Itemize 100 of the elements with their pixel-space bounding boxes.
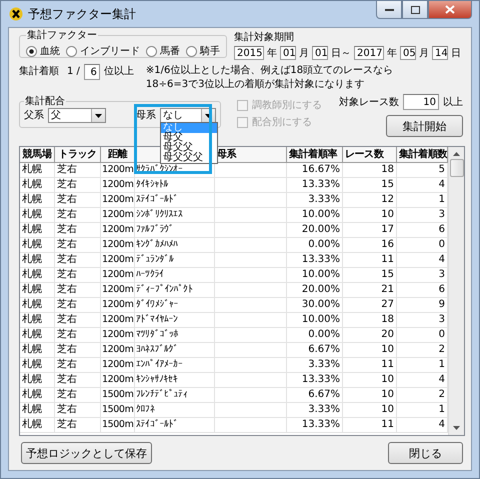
note-text: ※1/6位以上とした場合、例えば18頭立てのレースなら [146,64,394,78]
note-text: 18÷6=3で3位以上の着順が集計対象になります [146,78,366,92]
table-cell: 札幌 [20,223,55,237]
table-cell: ﾏﾂﾘﾀﾞｺﾞｯﾎ [135,328,215,342]
radio-option[interactable]: インブリード [66,44,140,58]
app-icon [9,7,23,21]
table-cell: ｽﾃｲｺﾞｰﾙﾄﾞ [135,193,215,207]
save-logic-button[interactable]: 予想ロジックとして保存 [21,442,152,464]
dropdown-option[interactable]: 母父父父 [161,153,217,163]
table-cell: 10 [343,373,397,387]
table-cell: ｸﾛﾌﾈ [135,403,215,417]
period-label: 集計対象期間 [234,30,295,44]
date-field[interactable]: 2017 [354,46,384,60]
sire-dropdown[interactable]: 父 [48,108,106,123]
table-cell: 10.00% [287,268,343,282]
table-cell: 札幌 [20,178,55,192]
table-cell: 6.67% [287,388,343,402]
table-cell: 1200m [101,313,135,327]
table-cell: 札幌 [20,313,55,327]
table-cell: 札幌 [20,193,55,207]
table-cell: 0.00% [287,328,343,342]
table-cell: 芝右 [55,208,101,222]
close-button[interactable] [428,1,472,19]
table-cell: 11 [343,253,397,267]
table-cell: ｼﾝﾎﾞﾘｸﾘｽｴｽ [135,208,215,222]
table-cell: 1200m [101,178,135,192]
table-cell: 1200m [101,373,135,387]
column-header[interactable]: 集計着順率 [287,147,343,162]
column-header[interactable]: 集計着順数 [397,147,448,162]
rank-label: 集計着順 [19,64,59,79]
table-cell: ｱﾄﾞﾏｲﾔﾑｰﾝ [135,313,215,327]
column-header[interactable]: レース数 [343,147,397,162]
table-cell: ｴﾝﾊﾟｲｱﾒｰｶｰ [135,358,215,372]
radio-option[interactable]: 血統 [26,44,60,58]
date-field[interactable]: 01 [312,46,328,60]
table-cell: ｷﾝｼｬｻﾉｷｾｷ [135,373,215,387]
table-cell: 1500m [101,418,135,432]
rank-field[interactable]: 6 [84,64,100,80]
scroll-thumb[interactable] [450,159,464,177]
scrollbar[interactable] [448,147,464,435]
date-field[interactable]: 05 [400,46,416,60]
caret-icon [205,114,212,118]
table-cell: 芝右 [55,343,101,357]
table-cell: 芝右 [55,313,101,327]
table-cell: 30.00% [287,298,343,312]
dam-label: 母系 [136,108,156,123]
table-cell: 芝右 [55,403,101,417]
table-cell: 1500m [101,388,135,402]
window-title: 予想ファクター集計 [28,6,136,22]
table-cell: 10 [343,388,397,402]
table-cell: 1200m [101,208,135,222]
table-cell: 1200m [101,343,135,357]
maximize-button[interactable] [402,1,428,19]
table-cell: 札幌 [20,403,55,417]
table-cell: 札幌 [20,238,55,252]
dropdown-option[interactable]: 母父 [161,133,217,143]
column-header[interactable]: トラック [55,147,101,162]
column-header[interactable]: 距離 [101,147,135,162]
date-field[interactable]: 2015 [234,46,264,60]
table-cell: 芝右 [55,268,101,282]
table-cell: 18 [343,163,397,177]
start-button[interactable]: 集計開始 [386,115,463,137]
table-cell: 札幌 [20,373,55,387]
table-cell: 1200m [101,193,135,207]
date-field[interactable]: 14 [432,46,448,60]
table-cell: 10.00% [287,313,343,327]
date-unit: 日～ [331,47,351,60]
table-cell: 1200m [101,163,135,177]
close-dialog-button[interactable]: 閉じる [388,442,463,464]
column-header[interactable]: 競馬場 [20,147,55,162]
table-cell: 札幌 [20,283,55,297]
minimize-icon [384,8,394,11]
table-cell: 芝右 [55,178,101,192]
table-cell: 芝右 [55,283,101,297]
race-count-field[interactable]: 10 [403,94,439,110]
table-cell: 16.67% [287,163,343,177]
table-cell: 3.33% [287,358,343,372]
table-cell: 15 [343,178,397,192]
table-cell: 芝右 [55,223,101,237]
table-cell: 6.67% [287,343,343,357]
table-cell: 1200m [101,298,135,312]
minimize-button[interactable] [376,1,402,19]
radio-option[interactable]: 馬番 [146,44,180,58]
table-cell: 札幌 [20,268,55,282]
table-cell: 0.00% [287,238,343,252]
table-cell: ﾖﾊﾈｽﾌﾞﾙｸﾞ [135,343,215,357]
table-cell: 札幌 [20,343,55,357]
table-cell: 芝右 [55,193,101,207]
radio-option[interactable]: 騎手 [186,44,220,58]
table-cell: 10.00% [287,208,343,222]
table-cell: ﾌｧﾙﾌﾞﾗｳﾞ [135,223,215,237]
table-cell: 1200m [101,268,135,282]
group-label: 集計ファクター [26,28,98,42]
table-cell: ﾃﾞｨｰﾌﾟｲﾝﾊﾟｸﾄ [135,283,215,297]
table-cell: 1200m [101,223,135,237]
column-header[interactable]: 母系 [215,147,287,162]
table-cell: 10 [343,208,397,222]
dropdown-option[interactable]: 母父父 [161,143,217,153]
maximize-icon [410,6,420,14]
date-field[interactable]: 01 [280,46,296,60]
